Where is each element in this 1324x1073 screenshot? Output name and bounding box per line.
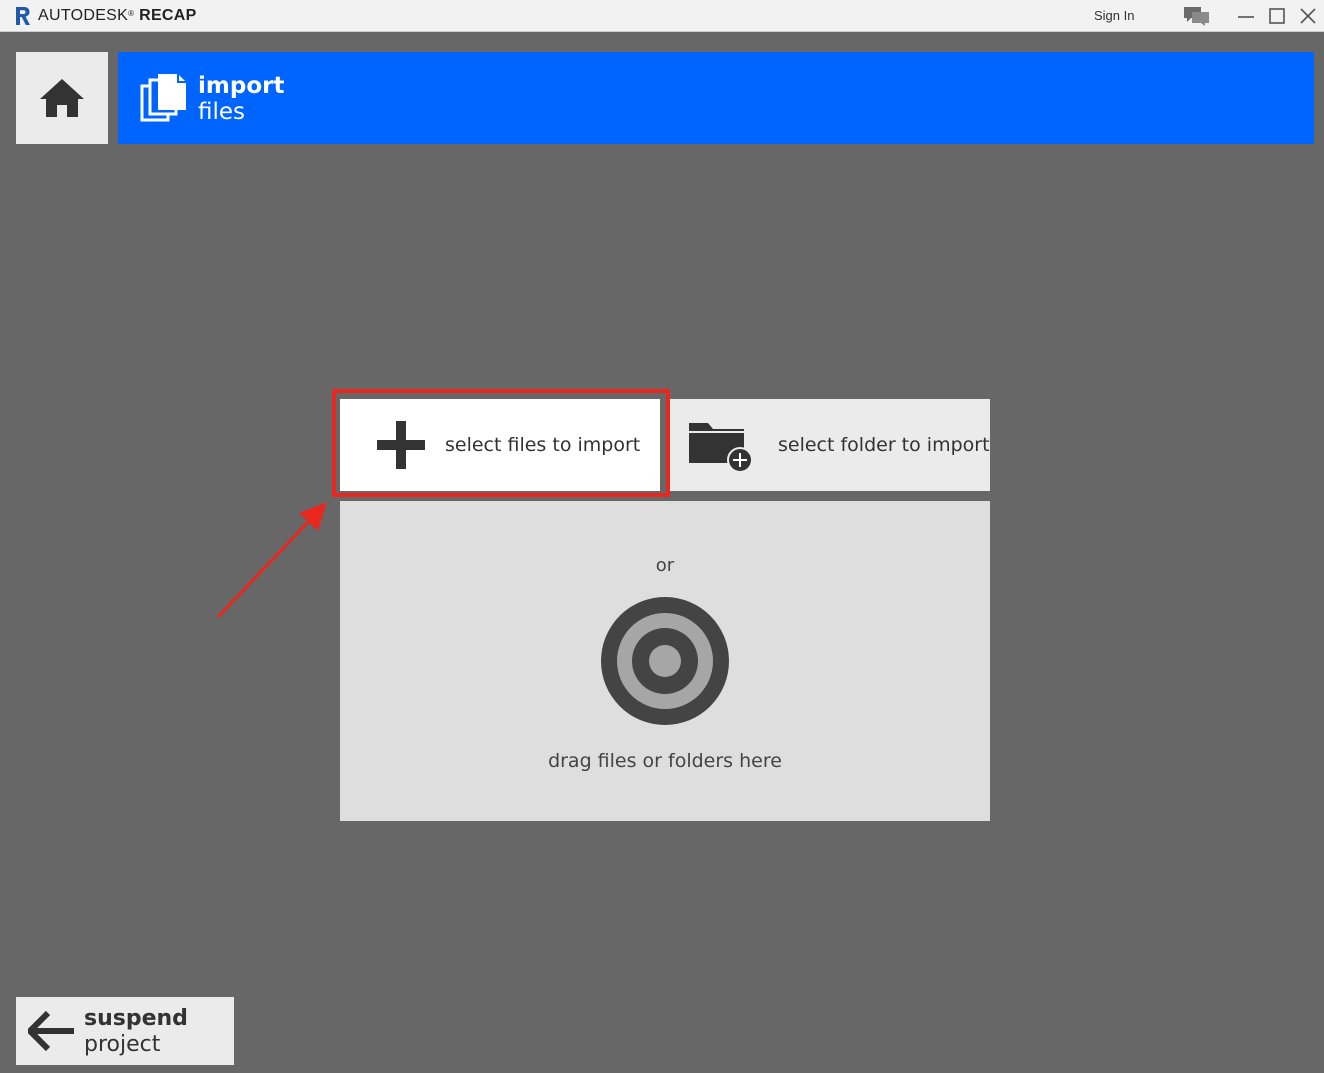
app-title: AUTODESK® RECAP [38, 7, 197, 25]
select-folder-button[interactable]: select folder to import [670, 399, 990, 491]
title-bar: AUTODESK® RECAP Sign In [0, 0, 1324, 32]
minimize-icon[interactable] [1236, 6, 1256, 26]
folder-add-icon [689, 423, 753, 473]
arrow-left-icon [28, 1011, 74, 1051]
recap-import-page: AUTODESK® RECAP Sign In import files sel… [0, 0, 1324, 1073]
page-subtitle: files [198, 99, 246, 125]
select-files-button[interactable]: select files to import [340, 399, 660, 491]
drag-label: drag files or folders here [548, 750, 782, 772]
select-folder-label: select folder to import [778, 434, 990, 456]
annotation-arrow-icon [216, 502, 327, 619]
home-icon [40, 79, 84, 117]
suspend-subtitle: project [84, 1032, 161, 1057]
plus-icon [377, 421, 425, 469]
chat-icon[interactable] [1183, 5, 1211, 27]
recap-logo-icon [16, 7, 30, 25]
files-icon [140, 74, 186, 122]
suspend-project-button[interactable]: suspend project [16, 997, 234, 1065]
header-banner: import files [118, 52, 1314, 144]
page-title: import [198, 73, 285, 99]
maximize-icon[interactable] [1267, 6, 1287, 26]
home-button[interactable] [16, 52, 108, 144]
app-title-brand: AUTODESK [38, 7, 129, 24]
suspend-title: suspend [84, 1006, 188, 1031]
or-label: or [655, 555, 675, 576]
app-title-product: RECAP [139, 7, 197, 24]
drop-zone[interactable]: or drag files or folders here [340, 501, 990, 821]
app-logo: AUTODESK® RECAP [14, 5, 197, 27]
target-icon [601, 597, 729, 725]
sign-in-link[interactable]: Sign In [1094, 8, 1134, 23]
close-icon[interactable] [1298, 6, 1318, 26]
app-title-trademark: ® [128, 9, 135, 18]
select-files-label: select files to import [445, 434, 641, 456]
